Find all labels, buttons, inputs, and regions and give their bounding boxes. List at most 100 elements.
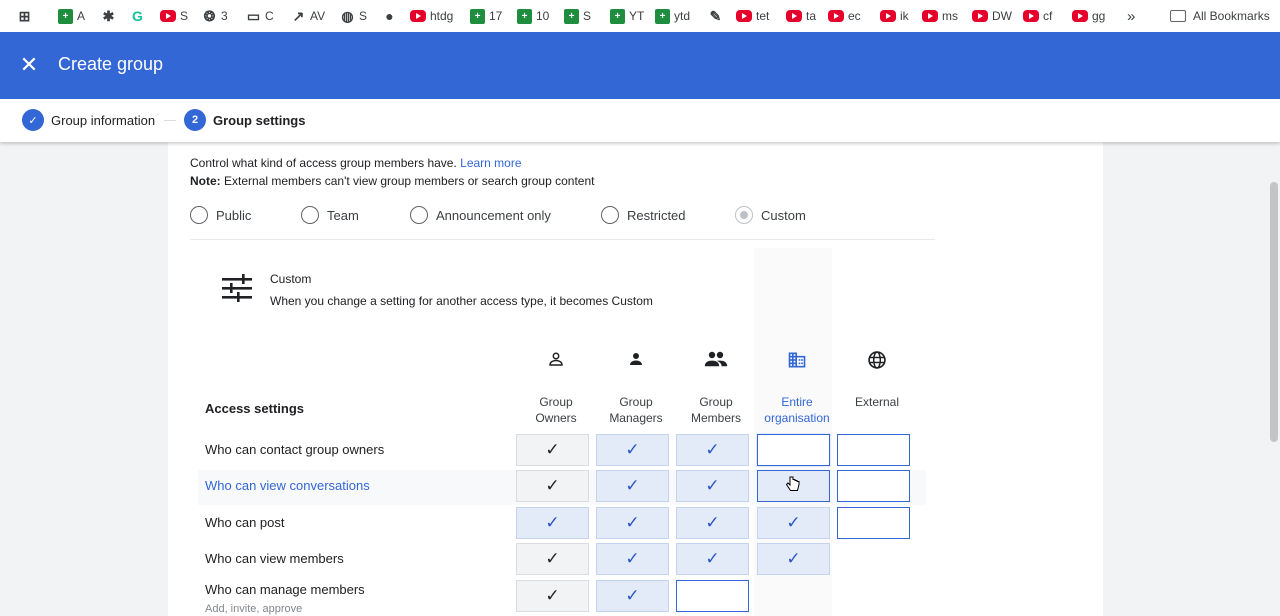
domain-icon bbox=[757, 350, 837, 380]
bookmark-item[interactable]: G bbox=[130, 0, 149, 32]
access-checkbox[interactable]: ✓ bbox=[676, 470, 749, 502]
column-label: Group Owners bbox=[535, 395, 577, 425]
bookmark-item[interactable]: S bbox=[160, 0, 188, 32]
setting-label: Who can contact group owners bbox=[205, 442, 385, 457]
custom-description: When you change a setting for another ac… bbox=[270, 294, 653, 308]
bookmark-item[interactable]: ✎ bbox=[708, 0, 727, 32]
bookmark-item[interactable]: DW bbox=[972, 0, 1012, 32]
check-icon: ✓ bbox=[545, 549, 560, 568]
bookmark-label: S bbox=[583, 9, 592, 23]
bookmark-item[interactable]: ❂ 3 bbox=[202, 0, 228, 32]
bookmark-item[interactable]: ms bbox=[922, 0, 958, 32]
learn-more-link[interactable]: Learn more bbox=[460, 156, 521, 170]
youtube-icon bbox=[1072, 10, 1088, 22]
radio-circle[interactable] bbox=[735, 206, 753, 224]
check-icon: ✓ bbox=[786, 549, 801, 568]
bookmark-label: 10 bbox=[536, 9, 550, 23]
column-header: Entire organisation bbox=[757, 350, 837, 426]
radio-announcement-only[interactable]: Announcement only bbox=[410, 206, 551, 224]
page-title: Create group bbox=[58, 54, 164, 74]
step-number: 2 bbox=[184, 109, 206, 131]
bookmark-item[interactable]: ● bbox=[382, 0, 401, 32]
access-checkbox[interactable]: ✓ bbox=[676, 434, 749, 466]
access-checkbox[interactable]: ✓ bbox=[757, 543, 830, 575]
bookmark-item[interactable]: ▭ C bbox=[246, 0, 274, 32]
access-checkbox[interactable]: ✓ bbox=[516, 434, 589, 466]
sheets-icon: + bbox=[564, 8, 579, 24]
radio-team[interactable]: Team bbox=[301, 206, 359, 224]
access-checkbox[interactable]: ✓ bbox=[596, 434, 669, 466]
bookmark-item[interactable]: htdg bbox=[410, 0, 453, 32]
check-icon: ✓ bbox=[786, 513, 801, 532]
all-bookmarks-button[interactable]: All Bookmarks bbox=[1170, 0, 1270, 32]
access-checkbox[interactable]: ✓ bbox=[516, 543, 589, 575]
column-header: Group Owners bbox=[516, 350, 596, 426]
radio-circle[interactable] bbox=[410, 206, 428, 224]
bookmark-item[interactable]: cf bbox=[1023, 0, 1052, 32]
radio-circle[interactable] bbox=[190, 206, 208, 224]
bookmark-item[interactable]: ta bbox=[786, 0, 816, 32]
step-group-settings[interactable]: 2 Group settings bbox=[184, 109, 305, 131]
access-checkbox[interactable]: ✓ bbox=[676, 543, 749, 575]
bookmark-item[interactable]: +10 bbox=[517, 0, 549, 32]
close-icon[interactable]: ✕ bbox=[18, 54, 40, 76]
bookmark-item[interactable]: +17 bbox=[470, 0, 502, 32]
bookmark-item[interactable]: ✱ bbox=[101, 0, 120, 32]
bookmark-item[interactable]: + YT bbox=[610, 0, 644, 32]
radio-circle[interactable] bbox=[601, 206, 619, 224]
column-label: External bbox=[854, 395, 900, 409]
access-checkbox[interactable]: ✓ bbox=[516, 580, 589, 612]
radio-restricted[interactable]: Restricted bbox=[601, 206, 686, 224]
bookmark-item[interactable]: tet bbox=[736, 0, 769, 32]
youtube-icon bbox=[1023, 10, 1039, 22]
bookmark-label: 3 bbox=[221, 9, 228, 23]
step-group-information[interactable]: ✓ Group information bbox=[22, 109, 155, 131]
access-checkbox[interactable]: ✓ bbox=[516, 470, 589, 502]
bookmark-item[interactable]: ⊞ bbox=[17, 0, 36, 32]
access-checkbox[interactable]: ✓ bbox=[757, 507, 830, 539]
access-checkbox[interactable]: ✓ bbox=[596, 543, 669, 575]
bookmark-label: ta bbox=[806, 9, 817, 23]
note-label: Note: bbox=[190, 174, 221, 188]
radio-circle[interactable] bbox=[301, 206, 319, 224]
access-checkbox[interactable]: ✓ bbox=[596, 470, 669, 502]
trend-icon: ↗ bbox=[292, 7, 305, 24]
setting-label: Who can manage members bbox=[205, 582, 365, 597]
access-checkbox[interactable] bbox=[837, 507, 910, 539]
access-checkbox[interactable] bbox=[837, 470, 910, 502]
bookmark-item[interactable]: ec bbox=[828, 0, 861, 32]
radio-label: Restricted bbox=[627, 207, 686, 223]
bookmark-item[interactable]: + S bbox=[564, 0, 591, 32]
access-checkbox[interactable]: ✓ bbox=[596, 507, 669, 539]
access-settings-title: Access settings bbox=[205, 401, 304, 416]
bookmark-label: ec bbox=[848, 9, 861, 23]
settings-card: Control what kind of access group member… bbox=[168, 142, 1103, 616]
bookmark-item[interactable]: + A bbox=[58, 0, 85, 32]
bookmark-item[interactable]: ◍ S bbox=[340, 0, 367, 32]
access-checkbox[interactable] bbox=[676, 580, 749, 612]
scrollbar[interactable] bbox=[1268, 142, 1280, 616]
access-checkbox[interactable] bbox=[837, 434, 910, 466]
puzzle-icon: ✱ bbox=[102, 7, 115, 24]
radio-custom[interactable]: Custom bbox=[735, 206, 806, 224]
sheets-icon: + bbox=[517, 8, 532, 24]
youtube-icon bbox=[786, 10, 802, 22]
radio-public[interactable]: Public bbox=[190, 206, 251, 224]
bookmark-item[interactable]: ↗ AV bbox=[291, 0, 326, 32]
access-checkbox[interactable]: ✓ bbox=[516, 507, 589, 539]
bookmark-item[interactable]: + ytd bbox=[655, 0, 690, 32]
scrollbar-thumb[interactable] bbox=[1270, 182, 1278, 442]
pin-icon: ✎ bbox=[709, 7, 722, 24]
more-bookmarks-button[interactable]: » bbox=[1127, 0, 1135, 32]
check-icon: ✓ bbox=[545, 440, 560, 459]
radio-label: Public bbox=[216, 207, 252, 223]
access-checkbox[interactable]: ✓ bbox=[676, 507, 749, 539]
access-checkbox[interactable]: ✓ bbox=[596, 580, 669, 612]
radio-label: Team bbox=[327, 207, 359, 223]
bookmark-item[interactable]: gg bbox=[1072, 0, 1105, 32]
hand-cursor-icon bbox=[786, 476, 800, 491]
setting-label: Who can post bbox=[205, 515, 285, 530]
bookmark-item[interactable]: ik bbox=[880, 0, 909, 32]
access-checkbox[interactable] bbox=[757, 434, 830, 466]
check-icon: ✓ bbox=[705, 513, 720, 532]
